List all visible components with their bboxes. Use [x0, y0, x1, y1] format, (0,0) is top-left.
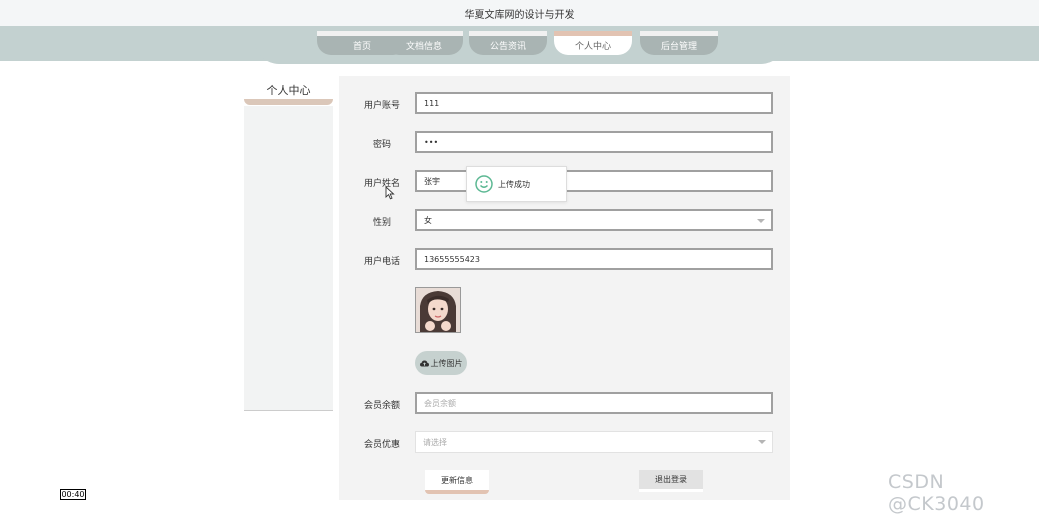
smile-icon: [475, 175, 493, 193]
cloud-upload-icon: [419, 360, 429, 366]
mouse-cursor-icon: [385, 186, 395, 200]
password-field[interactable]: •••: [415, 131, 773, 153]
update-info-button[interactable]: 更新信息: [425, 470, 489, 494]
tab-personal-center[interactable]: 个人中心: [554, 31, 632, 55]
phone-label: 用户电话: [363, 257, 400, 267]
toast-message: 上传成功: [498, 179, 530, 189]
tab-admin[interactable]: 后台管理: [640, 31, 718, 55]
avatar: [415, 287, 461, 333]
phone-value: 13655555423: [424, 254, 480, 264]
balance-field[interactable]: 会员余额: [415, 392, 773, 414]
account-label: 用户账号: [363, 101, 400, 111]
gender-value: 女: [424, 215, 432, 225]
tab-documents[interactable]: 文档信息: [385, 31, 463, 55]
upload-image-button[interactable]: 上传图片: [415, 351, 467, 375]
balance-label: 会员余额: [363, 401, 400, 411]
sidebar-header: 个人中心: [244, 76, 333, 106]
discount-label: 会员优惠: [363, 440, 400, 450]
password-label: 密码: [372, 140, 391, 150]
video-timer: 00:40: [60, 489, 86, 500]
watermark: CSDN @CK3040: [888, 471, 985, 515]
site-title: 华夏文库网的设计与开发: [464, 10, 575, 21]
gender-select[interactable]: 女: [415, 209, 773, 231]
discount-select[interactable]: 请选择: [415, 431, 773, 453]
top-bar: 华夏文库网的设计与开发: [0, 0, 1039, 26]
sidebar-title[interactable]: 个人中心: [244, 82, 333, 98]
name-value: 张宇: [424, 176, 440, 186]
tab-announcements[interactable]: 公告资讯: [469, 31, 547, 55]
logout-button[interactable]: 退出登录: [639, 470, 703, 492]
sidebar: 个人中心: [244, 76, 333, 411]
password-value: •••: [424, 137, 439, 147]
phone-field[interactable]: 13655555423: [415, 248, 773, 270]
chevron-down-icon: [758, 440, 766, 444]
chevron-down-icon: [757, 219, 765, 223]
discount-placeholder: 请选择: [423, 437, 447, 447]
account-value: 111: [424, 98, 440, 108]
sidebar-title-underline: [244, 99, 333, 105]
gender-label: 性别: [372, 218, 391, 228]
upload-image-label: 上传图片: [430, 358, 463, 368]
upload-success-toast: 上传成功: [466, 166, 567, 202]
account-field[interactable]: 111: [415, 92, 773, 114]
balance-placeholder: 会员余额: [424, 398, 456, 408]
